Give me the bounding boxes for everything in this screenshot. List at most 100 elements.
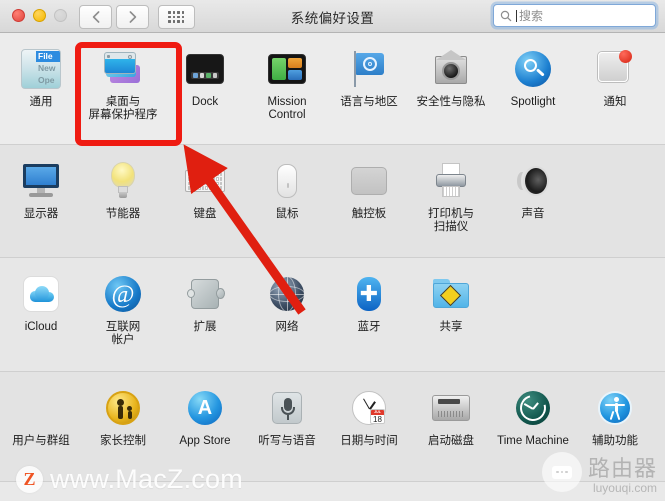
date-time-icon: JUL 18 xyxy=(346,385,392,431)
minimize-button[interactable] xyxy=(33,9,46,22)
internet-accounts-icon: @ xyxy=(100,271,146,317)
parental-controls-icon xyxy=(100,385,146,431)
pref-label: 语言与地区 xyxy=(340,96,398,108)
pref-label: 桌面与 屏幕保护程序 xyxy=(88,96,158,121)
pref-label: 安全性与隐私 xyxy=(416,96,486,108)
printers-scanners-icon xyxy=(428,158,474,204)
pref-item-time-machine[interactable]: Time Machine xyxy=(492,372,574,481)
dock-icon xyxy=(182,46,228,92)
energy-saver-icon xyxy=(100,158,146,204)
pref-label: Spotlight xyxy=(510,96,556,108)
users-groups-icon xyxy=(18,385,64,431)
pref-item-displays[interactable]: 显示器 xyxy=(0,145,82,257)
pref-label: 启动磁盘 xyxy=(428,435,474,447)
pref-item-network[interactable]: 网络 xyxy=(246,258,328,371)
pref-item-app-store[interactable]: A App Store xyxy=(164,372,246,481)
mouse-icon xyxy=(264,158,310,204)
trackpad-icon xyxy=(346,158,392,204)
window-titlebar: 系统偏好设置 搜索 xyxy=(0,0,665,33)
preferences-row-internet: iCloud @ 互联网 帐户 扩展 网络 ✚ 蓝牙 共享 xyxy=(0,258,665,372)
keyboard-icon xyxy=(182,158,228,204)
pref-item-icloud[interactable]: iCloud xyxy=(0,258,82,371)
general-menu-item-open: Ope xyxy=(38,75,55,85)
search-field[interactable]: 搜索 xyxy=(493,4,656,27)
search-icon xyxy=(500,10,512,21)
language-region-icon xyxy=(346,46,392,92)
pref-label: iCloud xyxy=(24,321,58,333)
pref-item-parental-controls[interactable]: 家长控制 xyxy=(82,372,164,481)
pref-item-notifications[interactable]: 通知 xyxy=(574,33,656,144)
forward-button[interactable] xyxy=(116,5,149,29)
pref-label: 网络 xyxy=(275,321,299,333)
chevron-right-icon xyxy=(129,11,136,23)
pref-label: 用户与群组 xyxy=(12,435,70,447)
pref-item-security-privacy[interactable]: 安全性与隐私 xyxy=(410,33,492,144)
spotlight-icon xyxy=(510,46,556,92)
pref-item-extensions[interactable]: 扩展 xyxy=(164,258,246,371)
security-privacy-icon xyxy=(428,46,474,92)
network-icon xyxy=(264,271,310,317)
pref-label: 触控板 xyxy=(351,208,387,220)
pref-label: 共享 xyxy=(439,321,463,333)
pref-label: 打印机与 扫描仪 xyxy=(428,208,474,233)
desktop-screensaver-icon xyxy=(100,46,146,92)
pref-item-dictation-speech[interactable]: 听写与语音 xyxy=(246,372,328,481)
pref-item-sound[interactable]: 声音 xyxy=(492,145,574,257)
pref-label: 节能器 xyxy=(105,208,141,220)
at-glyph: @ xyxy=(105,276,141,312)
pref-label: 通用 xyxy=(29,96,53,108)
search-placeholder: 搜索 xyxy=(519,8,544,23)
system-preferences-window: 系统偏好设置 搜索 File New Ope 通用 桌面与 屏幕保护程序 Doc… xyxy=(0,0,665,501)
calendar-day: 18 xyxy=(373,415,382,424)
pref-item-accessibility[interactable]: 辅助功能 xyxy=(574,372,656,481)
pref-label: Time Machine xyxy=(497,435,569,447)
pref-item-internet-accounts[interactable]: @ 互联网 帐户 xyxy=(82,258,164,371)
pref-item-energy-saver[interactable]: 节能器 xyxy=(82,145,164,257)
show-all-button[interactable] xyxy=(158,5,195,29)
pref-label: App Store xyxy=(179,435,231,447)
pref-label: 日期与时间 xyxy=(340,435,398,447)
dictation-speech-icon xyxy=(264,385,310,431)
sharing-icon xyxy=(428,271,474,317)
pref-item-dock[interactable]: Dock xyxy=(164,33,246,144)
pref-item-spotlight[interactable]: Spotlight xyxy=(492,33,574,144)
general-menu-item-file: File xyxy=(36,51,60,62)
extensions-icon xyxy=(182,271,228,317)
pref-item-sharing[interactable]: 共享 xyxy=(410,258,492,371)
grid-dots-icon xyxy=(168,10,185,23)
pref-item-keyboard[interactable]: 键盘 xyxy=(164,145,246,257)
startup-disk-icon xyxy=(428,385,474,431)
pref-item-mouse[interactable]: 鼠标 xyxy=(246,145,328,257)
pref-item-users-groups[interactable]: 用户与群组 xyxy=(0,372,82,481)
pref-label: 听写与语音 xyxy=(258,435,316,447)
pref-item-startup-disk[interactable]: 启动磁盘 xyxy=(410,372,492,481)
pref-item-desktop-screensaver[interactable]: 桌面与 屏幕保护程序 xyxy=(82,33,164,144)
pref-item-bluetooth[interactable]: ✚ 蓝牙 xyxy=(328,258,410,371)
pref-label: 通知 xyxy=(603,96,627,108)
pref-label: Mission Control xyxy=(267,96,307,121)
icloud-icon xyxy=(18,271,64,317)
pref-label: 蓝牙 xyxy=(357,321,381,333)
preferences-footer-strip xyxy=(0,482,665,500)
search-caret xyxy=(516,9,517,22)
pref-item-mission-control[interactable]: Mission Control xyxy=(246,33,328,144)
close-button[interactable] xyxy=(12,9,25,22)
mission-control-icon xyxy=(264,46,310,92)
pref-label: 鼠标 xyxy=(275,208,299,220)
traffic-light-controls xyxy=(12,9,67,22)
general-icon: File New Ope xyxy=(18,46,64,92)
accessibility-icon xyxy=(592,385,638,431)
bluetooth-glyph: ✚ xyxy=(359,281,379,306)
back-button[interactable] xyxy=(79,5,112,29)
preferences-row-system: 用户与群组 家长控制 A App Store 听写与语音 JUL 18 日期与时… xyxy=(0,372,665,482)
general-menu-item-new: New xyxy=(38,63,56,73)
pref-label: 辅助功能 xyxy=(592,435,638,447)
pref-item-general[interactable]: File New Ope 通用 xyxy=(0,33,82,144)
zoom-button xyxy=(54,9,67,22)
pref-item-printers-scanners[interactable]: 打印机与 扫描仪 xyxy=(410,145,492,257)
pref-item-language-region[interactable]: 语言与地区 xyxy=(328,33,410,144)
pref-item-trackpad[interactable]: 触控板 xyxy=(328,145,410,257)
pref-item-date-time[interactable]: JUL 18 日期与时间 xyxy=(328,372,410,481)
preferences-row-personal: File New Ope 通用 桌面与 屏幕保护程序 Dock Mission … xyxy=(0,33,665,145)
navigation-buttons xyxy=(79,5,149,29)
